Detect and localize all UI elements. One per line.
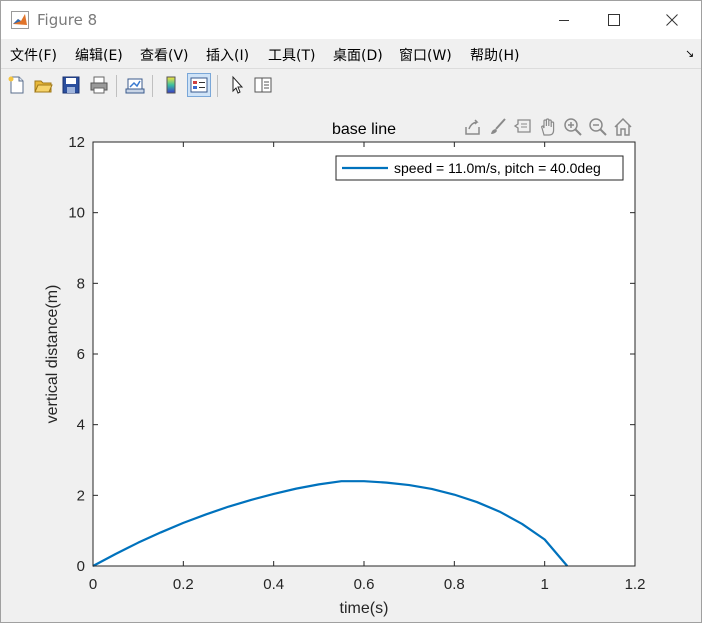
- figure-toolbar: [1, 68, 701, 103]
- menu-edit[interactable]: 编辑(E): [75, 45, 123, 65]
- menu-desktop[interactable]: 桌面(D): [333, 45, 383, 65]
- axes-background[interactable]: [93, 142, 635, 566]
- y-tick-label: 0: [77, 558, 85, 575]
- figure-canvas[interactable]: 0 0.2 0.4 0.6 0.8 1 1.2 0 2 4 6 8 10 12 base line time(…: [1, 102, 701, 622]
- y-tick-label: 2: [77, 487, 85, 504]
- print-button[interactable]: [87, 73, 111, 97]
- zoom-in-button[interactable]: [562, 116, 584, 138]
- y-tick-label: 4: [77, 417, 85, 434]
- minimize-button[interactable]: [541, 1, 587, 39]
- property-inspector-icon: [254, 77, 272, 93]
- maximize-button[interactable]: [591, 1, 637, 39]
- brush-icon: [491, 118, 506, 134]
- legend-entry-label: speed = 11.0m/s, pitch = 40.0deg: [394, 160, 601, 176]
- insert-colorbar-icon: [166, 76, 176, 94]
- plot-area[interactable]: 0 0.2 0.4 0.6 0.8 1 1.2 0 2 4 6 8 10 12 base line time(…: [1, 102, 701, 622]
- data-tips-icon: [513, 119, 531, 133]
- open-file-icon: [34, 80, 53, 93]
- insert-colorbar-button[interactable]: [159, 73, 183, 97]
- matlab-logo-icon: [11, 11, 29, 29]
- x-tick-label: 0.6: [354, 576, 375, 593]
- close-button[interactable]: [649, 1, 695, 39]
- dock-arrow-icon[interactable]: ↘: [685, 47, 694, 60]
- x-tick-label: 0: [89, 576, 97, 593]
- menu-insert[interactable]: 插入(I): [206, 45, 249, 65]
- insert-legend-icon: [190, 77, 208, 93]
- title-bar[interactable]: Figure 8: [1, 1, 701, 39]
- toolbar-separator: [217, 75, 218, 97]
- link-plot-button[interactable]: [123, 73, 147, 97]
- zoom-out-icon: [589, 118, 607, 136]
- menu-file[interactable]: 文件(F): [10, 45, 57, 65]
- minimize-icon: [559, 20, 569, 21]
- window-title: Figure 8: [37, 11, 98, 29]
- save-icon: [62, 76, 80, 94]
- x-tick-label: 1: [540, 576, 548, 593]
- toolbar-separator: [116, 75, 117, 97]
- export-icon: [465, 119, 480, 135]
- menu-bar: 文件(F) 编辑(E) 查看(V) 插入(I) 工具(T) 桌面(D) 窗口(W…: [1, 39, 701, 67]
- save-button[interactable]: [59, 73, 83, 97]
- zoom-out-button[interactable]: [587, 116, 609, 138]
- figure-window: Figure 8 文件(F) 编辑(E) 查看(V) 插入(I) 工具(T) 桌…: [0, 0, 702, 623]
- open-file-button[interactable]: [31, 73, 55, 97]
- data-tips-button[interactable]: [512, 116, 534, 138]
- x-tick-label: 0.4: [263, 576, 284, 593]
- x-axis-label: time(s): [340, 600, 389, 617]
- y-tick-label: 10: [68, 205, 85, 222]
- maximize-icon: [608, 14, 620, 26]
- zoom-in-icon: [564, 118, 582, 136]
- brush-button[interactable]: [487, 116, 509, 138]
- y-tick-label: 12: [68, 134, 85, 151]
- close-icon: [666, 14, 678, 26]
- toolbar-separator: [152, 75, 153, 97]
- menu-help[interactable]: 帮助(H): [470, 45, 519, 65]
- chart-title: base line: [332, 121, 396, 138]
- restore-view-button[interactable]: [612, 116, 634, 138]
- new-figure-button[interactable]: [5, 73, 29, 97]
- link-plot-icon: [125, 78, 145, 94]
- export-button[interactable]: [462, 116, 484, 138]
- x-tick-label: 0.2: [173, 576, 194, 593]
- edit-plot-arrow-icon: [232, 75, 244, 94]
- edit-plot-button[interactable]: [225, 73, 249, 97]
- y-tick-label: 8: [77, 275, 85, 292]
- menu-tools[interactable]: 工具(T): [268, 45, 315, 65]
- new-figure-icon: [8, 76, 24, 94]
- insert-legend-button[interactable]: [187, 73, 211, 97]
- pan-hand-icon: [541, 118, 555, 136]
- print-icon: [90, 76, 108, 94]
- property-inspector-button[interactable]: [251, 73, 275, 97]
- x-tick-label: 1.2: [625, 576, 646, 593]
- menu-window[interactable]: 窗口(W): [399, 45, 452, 65]
- pan-button[interactable]: [537, 116, 559, 138]
- y-tick-label: 6: [77, 346, 85, 363]
- x-tick-label: 0.8: [444, 576, 465, 593]
- y-axis-label: vertical distance(m): [44, 285, 61, 424]
- home-icon: [614, 117, 632, 136]
- menu-view[interactable]: 查看(V): [140, 45, 189, 65]
